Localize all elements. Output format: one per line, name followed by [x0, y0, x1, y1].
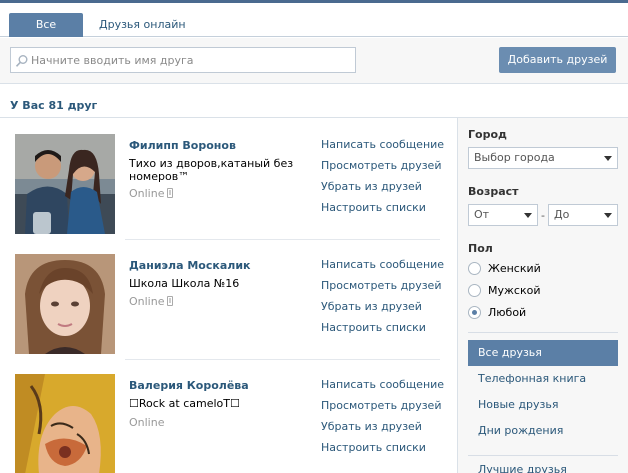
gender-label: Пол [468, 242, 493, 255]
remove-friend-link[interactable]: Убрать из друзей [321, 300, 444, 321]
friend-name[interactable]: Даниэла Москалик [129, 259, 251, 272]
sidebar-item-phone-book[interactable]: Телефонная книга [468, 366, 618, 392]
avatar-photo [15, 254, 115, 354]
tab-friends-online[interactable]: Друзья онлайн [89, 13, 196, 37]
friend-status: Тихо из дворов,катаный без номеров™ [129, 157, 294, 183]
radio-label: Любой [488, 306, 527, 319]
online-label: Online [129, 187, 165, 200]
friend-name[interactable]: Валерия Королёва [129, 379, 249, 392]
sidebar-item-all-friends[interactable]: Все друзья [468, 340, 618, 366]
tab-all-friends[interactable]: Все друзья [9, 13, 83, 55]
remove-friend-link[interactable]: Убрать из друзей [321, 420, 444, 441]
age-from-select[interactable]: От [468, 204, 538, 226]
friend-status: ☐Rock at cameloT☐ [129, 397, 240, 410]
friend-row: Валерия Королёва ☐Rock at cameloT☐ Onlin… [0, 360, 450, 473]
city-select-value: Выбор города [474, 151, 555, 164]
radio-circle [468, 284, 481, 297]
age-to-select[interactable]: До [548, 204, 618, 226]
friend-actions: Написать сообщение Просмотреть друзей Уб… [321, 138, 444, 222]
age-to-value: До [554, 208, 570, 221]
age-label: Возраст [468, 185, 519, 198]
online-label: Online [129, 295, 165, 308]
friend-count: У Вас 81 друг [10, 99, 98, 112]
friend-avatar[interactable] [15, 254, 115, 354]
friend-actions: Написать сообщение Просмотреть друзей Уб… [321, 258, 444, 342]
sidebar-item-new-friends[interactable]: Новые друзья [468, 392, 618, 418]
remove-friend-link[interactable]: Убрать из друзей [321, 180, 444, 201]
setup-lists-link[interactable]: Настроить списки [321, 201, 444, 222]
friend-avatar[interactable] [15, 134, 115, 234]
friend-name[interactable]: Филипп Воронов [129, 139, 236, 152]
avatar-photo [15, 134, 115, 234]
search-input[interactable] [31, 49, 351, 71]
avatar-photo [15, 374, 115, 473]
radio-circle-selected [468, 306, 481, 319]
online-indicator: Online [129, 187, 174, 200]
search-bar: Добавить друзей [0, 38, 628, 84]
friend-row: Филипп Воронов Тихо из дворов,катаный бе… [0, 120, 450, 240]
mobile-phone-icon [167, 188, 174, 198]
online-indicator: Online [129, 295, 174, 308]
divider [468, 332, 618, 333]
radio-label: Мужской [488, 284, 541, 297]
add-friends-button[interactable]: Добавить друзей [499, 47, 616, 73]
search-icon [15, 55, 28, 67]
friend-status: Школа Школа №16 [129, 277, 240, 290]
friend-actions: Написать сообщение Просмотреть друзей Уб… [321, 378, 444, 462]
search-field[interactable] [10, 47, 356, 73]
send-message-link[interactable]: Написать сообщение [321, 138, 444, 159]
filter-sidebar: Город Выбор города Возраст От - До Пол Ж… [457, 118, 628, 473]
age-dash: - [541, 209, 545, 222]
setup-lists-link[interactable]: Настроить списки [321, 321, 444, 342]
age-from-value: От [474, 208, 490, 221]
radio-dot [472, 310, 477, 315]
tab-bar: Все друзья Друзья онлайн [0, 3, 628, 55]
view-friends-link[interactable]: Просмотреть друзей [321, 399, 444, 420]
divider [468, 455, 618, 456]
radio-label: Женский [488, 262, 541, 275]
setup-lists-link[interactable]: Настроить списки [321, 441, 444, 462]
friend-row: Даниэла Москалик Школа Школа №16 Online … [0, 240, 450, 360]
friend-avatar[interactable] [15, 374, 115, 473]
send-message-link[interactable]: Написать сообщение [321, 258, 444, 279]
view-friends-link[interactable]: Просмотреть друзей [321, 279, 444, 300]
sidebar-item-birthdays[interactable]: Дни рождения [468, 418, 618, 444]
sidebar-item-best-friends[interactable]: Лучшие друзья [478, 463, 567, 473]
send-message-link[interactable]: Написать сообщение [321, 378, 444, 399]
radio-circle [468, 262, 481, 275]
chevron-down-icon [524, 213, 532, 218]
online-label: Online [129, 416, 165, 429]
city-select[interactable]: Выбор города [468, 147, 618, 169]
city-label: Город [468, 128, 507, 141]
chevron-down-icon [604, 156, 612, 161]
sidebar-menu: Все друзья Телефонная книга Новые друзья… [468, 340, 618, 444]
chevron-down-icon [604, 213, 612, 218]
mobile-phone-icon [167, 296, 174, 306]
view-friends-link[interactable]: Просмотреть друзей [321, 159, 444, 180]
